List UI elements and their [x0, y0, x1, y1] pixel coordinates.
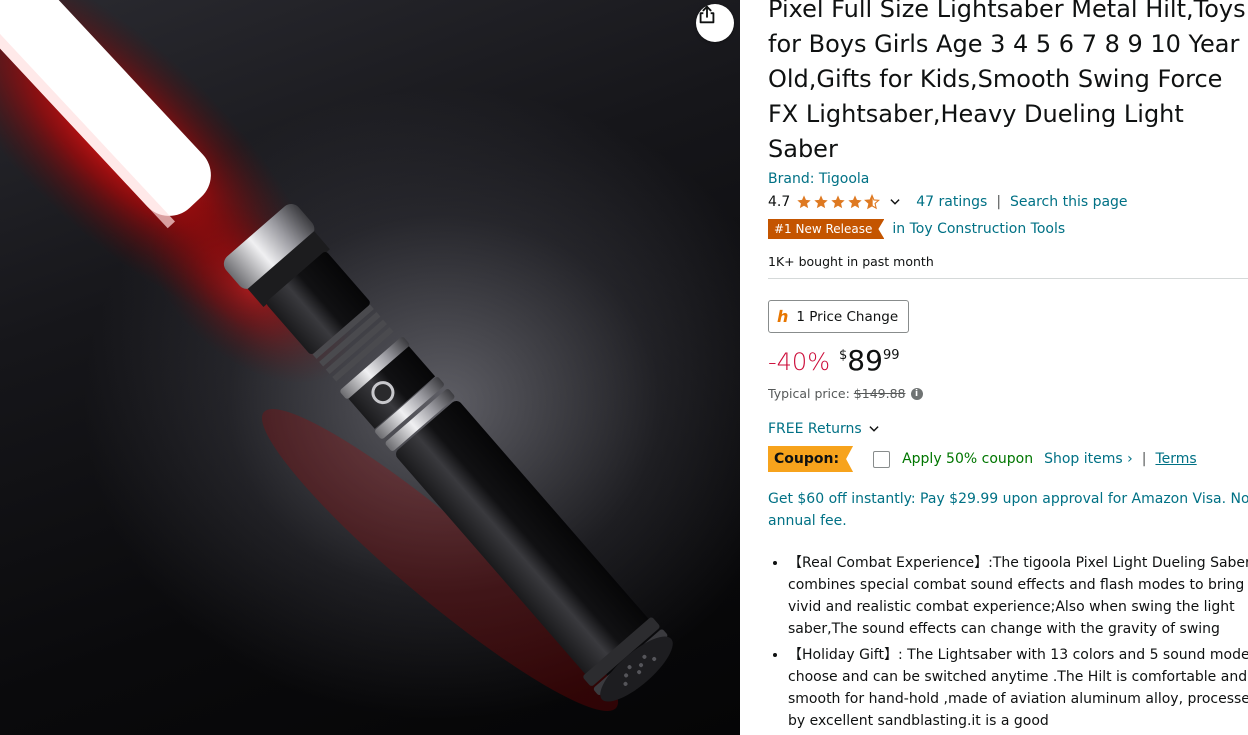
shop-items-link[interactable]: Shop items ›	[1044, 451, 1133, 467]
free-returns-link[interactable]: FREE Returns	[768, 421, 881, 437]
share-button[interactable]	[696, 4, 734, 42]
rating-row: 4.7 47 ratings | Search this page	[768, 192, 1128, 212]
chevron-down-icon[interactable]	[888, 195, 902, 209]
coupon-badge: Coupon:	[768, 446, 853, 472]
bought-in-past-month: 1K+ bought in past month	[768, 254, 934, 269]
product-image[interactable]	[0, 0, 740, 735]
apply-coupon-label[interactable]: Apply 50% coupon	[902, 451, 1033, 467]
coupon-row: Coupon: Apply 50% coupon Shop items › | …	[768, 446, 1197, 472]
ratings-count-link[interactable]: 47 ratings	[916, 194, 987, 210]
separator: |	[996, 194, 1002, 210]
search-this-page-link[interactable]: Search this page	[1010, 194, 1128, 210]
free-returns-label: FREE Returns	[768, 421, 862, 437]
half-star-icon	[864, 194, 881, 210]
separator: |	[1141, 451, 1147, 467]
coupon-checkbox[interactable]	[873, 450, 891, 468]
price-change-button[interactable]: ℎ 1 Price Change	[768, 300, 910, 333]
visa-offer-link[interactable]: Get $60 off instantly: Pay $29.99 upon a…	[768, 488, 1248, 532]
price-history-icon: ℎ	[777, 307, 789, 326]
chevron-down-icon	[869, 426, 879, 432]
discount-percent: -40%	[768, 348, 831, 376]
best-seller-row: #1 New Release in Toy Construction Tools	[768, 219, 1065, 239]
feature-bullet: 【Real Combat Experience】:The tigoola Pix…	[788, 552, 1248, 640]
typical-price-value: $149.88	[853, 386, 906, 401]
share-icon	[699, 5, 715, 24]
badge-category-link[interactable]: in Toy Construction Tools	[892, 221, 1065, 237]
terms-link[interactable]: Terms	[1155, 451, 1196, 467]
product-title: Pixel Full Size Lightsaber Metal Hilt,To…	[768, 0, 1246, 163]
price-symbol: $	[839, 348, 848, 363]
typical-price: Typical price: $149.88 i	[768, 386, 923, 401]
feature-bullets: 【Real Combat Experience】:The tigoola Pix…	[768, 552, 1248, 735]
price-whole: 89	[847, 344, 883, 377]
rating-value: 4.7	[768, 194, 791, 210]
brand-link[interactable]: Brand: Tigoola	[768, 171, 869, 187]
lightsaber-illustration	[0, 0, 673, 711]
star-icon	[848, 195, 862, 209]
typical-price-label: Typical price:	[768, 386, 850, 401]
product-details: Pixel Full Size Lightsaber Metal Hilt,To…	[768, 0, 1248, 735]
star-icon	[797, 195, 811, 209]
star-rating[interactable]	[796, 194, 881, 210]
star-icon	[814, 195, 828, 209]
star-icon	[831, 195, 845, 209]
feature-bullet: 【Holiday Gift】: The Lightsaber with 13 c…	[788, 644, 1248, 732]
price-row: -40% $ 89 99	[768, 344, 899, 378]
new-release-badge[interactable]: #1 New Release	[768, 219, 884, 239]
price-change-label: 1 Price Change	[796, 308, 899, 325]
divider	[768, 278, 1248, 279]
price-fraction: 99	[882, 348, 900, 363]
info-icon[interactable]: i	[910, 387, 923, 400]
